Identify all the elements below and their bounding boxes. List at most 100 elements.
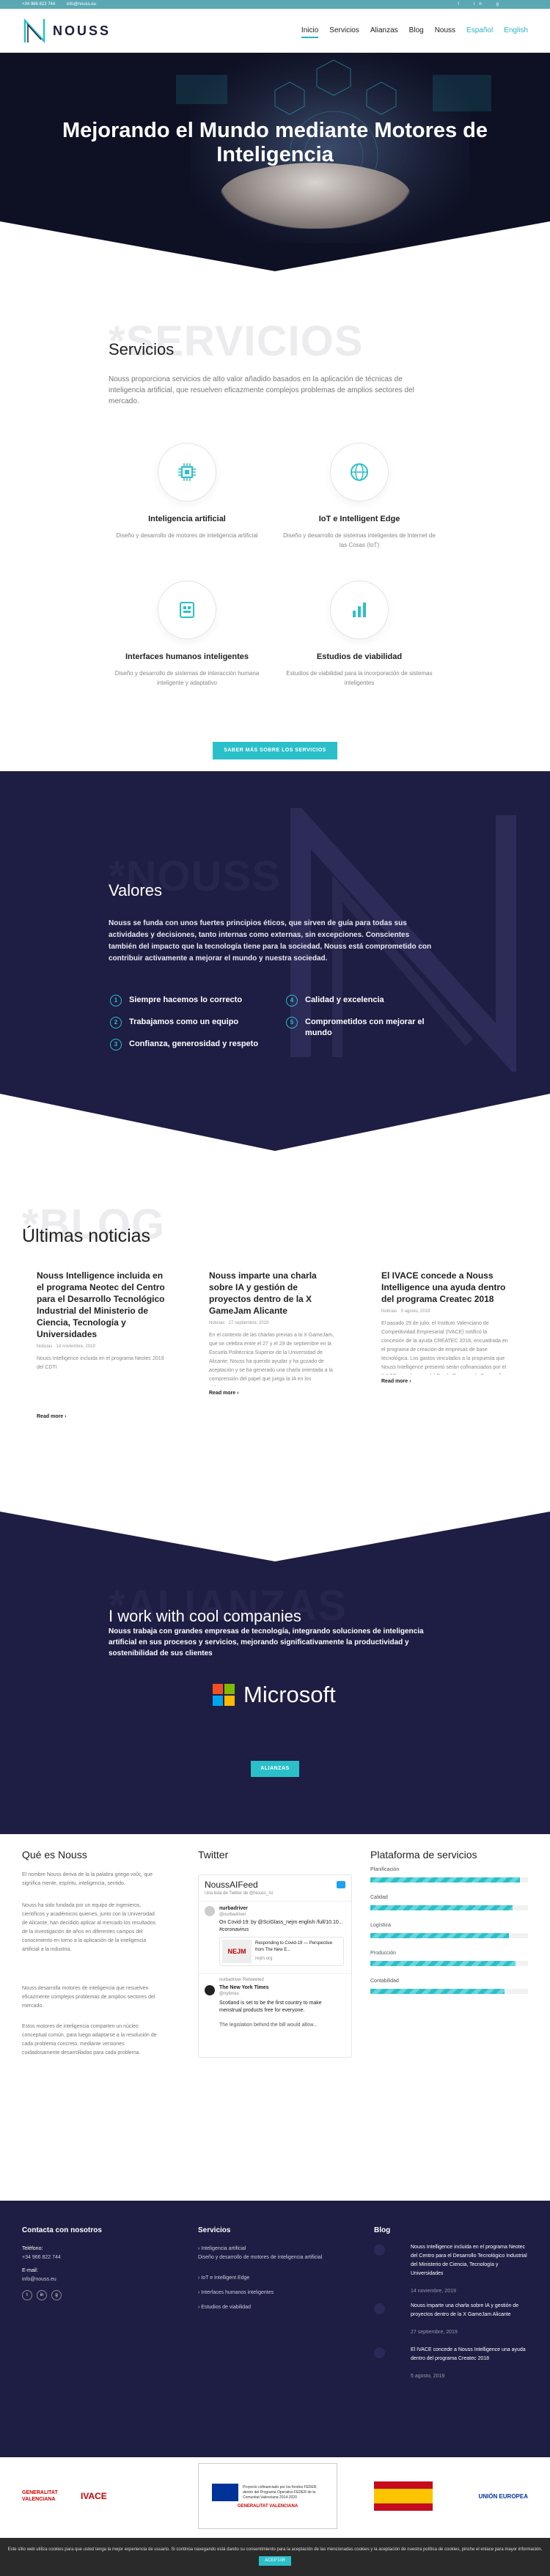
email-label: E-mail: xyxy=(22,2268,38,2273)
nejm-logo: NEJM xyxy=(222,1940,252,1963)
partners-title: I work with cool companies xyxy=(109,1607,301,1625)
nav-inicio[interactable]: Inicio xyxy=(301,26,319,38)
tweet-more: The legislation behind the bill would al… xyxy=(219,2023,318,2028)
top-bar: +34 966 822 744 info@nouss.eu t in g xyxy=(0,0,550,9)
post-meta: Noticias · 14 noviembre, 2019 xyxy=(37,1344,95,1349)
footer: Contacta con nosotros Teléfono: +34 966 … xyxy=(0,2201,550,2457)
post-title[interactable]: Nouss Intelligence incluida en el progra… xyxy=(37,1270,165,1340)
services-intro: Nouss proporciona servicios de alto valo… xyxy=(109,375,414,405)
retweet-label: nurbadriver Retweeted xyxy=(219,1978,264,1982)
nav-alianzas[interactable]: Alianzas xyxy=(370,26,398,38)
blog-title: Últimas noticias xyxy=(22,1226,151,1246)
top-phone[interactable]: +34 966 822 744 xyxy=(22,2,55,7)
eu-logo: UNIÓN EUROPEA xyxy=(374,2479,528,2513)
main-nav: NOUSS Inicio Servicios Alianzas Blog Nou… xyxy=(0,9,550,53)
partners-button[interactable]: ALIANZAS xyxy=(251,1761,299,1777)
cookie-accept-button[interactable]: ACEPTAR xyxy=(259,2556,291,2566)
phone[interactable]: +34 966 822 744 xyxy=(22,2253,61,2262)
services-more-button[interactable]: SABER MÁS SOBRE LOS SERVICIOS xyxy=(213,742,337,759)
email[interactable]: info@nouss.eu xyxy=(22,2275,56,2284)
footer-post-title[interactable]: El IVACE concede a Nouss Intelligence un… xyxy=(411,2346,528,2363)
service-title: Interfaces humanos inteligentes xyxy=(125,652,249,661)
avatar xyxy=(205,1985,215,1995)
top-email[interactable]: info@nouss.eu xyxy=(67,2,96,7)
avatar xyxy=(205,1906,215,1916)
microsoft-logo[interactable]: Microsoft xyxy=(213,1682,336,1708)
partner-name: Microsoft xyxy=(243,1682,336,1707)
footer-service-desc: Diseño y desarrollo de motores de inteli… xyxy=(198,2255,323,2260)
footer-service-link[interactable]: › Interfaces humanos inteligentes xyxy=(198,2289,274,2297)
service-desc: Diseño y desarrollo de sistemas intelige… xyxy=(283,532,436,548)
linkedin-icon[interactable]: in xyxy=(37,2290,47,2300)
read-more-link[interactable]: Read more › xyxy=(381,1379,510,1384)
bar-fill xyxy=(370,1877,521,1883)
footer-service-link[interactable]: › Estudios de viabilidad xyxy=(198,2303,251,2312)
post-meta: Noticias · 5 agosto, 2019 xyxy=(381,1309,430,1314)
about-title: Qué es Nouss xyxy=(22,1849,87,1861)
nav-blog[interactable]: Blog xyxy=(409,26,424,38)
post-excerpt: Nouss Intelligence incluida en el progra… xyxy=(37,1356,164,1370)
value-item: 4 Calidad y excelencia xyxy=(286,995,447,1007)
nav-servicios[interactable]: Servicios xyxy=(329,26,359,38)
linkedin-icon[interactable]: in xyxy=(474,2,486,7)
twitter-subtitle: Una lista de Twitter de @Nouss_AI xyxy=(205,1891,274,1896)
read-more-link[interactable]: Read more › xyxy=(209,1391,337,1396)
value-item: 3 Confianza, generosidad y respeto xyxy=(110,1039,264,1050)
tweet-user: The New York Times xyxy=(219,1985,269,1990)
tweet-user: nurbadriver xyxy=(219,1906,248,1911)
funding-logos: GENERALITAT VALENCIANA IVACE Proyecto co… xyxy=(0,2457,550,2538)
twitter-feed[interactable]: NoussAIFeed Una lista de Twitter de @Nou… xyxy=(198,1874,352,2058)
service-desc: Diseño y desarrollo de sistemas de inter… xyxy=(114,670,260,686)
logo-n-icon xyxy=(23,18,45,44)
post-thumb xyxy=(374,2347,385,2358)
gva-ivace-logo: GENERALITAT VALENCIANA IVACE xyxy=(22,2490,107,2502)
contact-title: Contacta con nosotros xyxy=(22,2226,102,2234)
post-thumb xyxy=(374,2245,385,2256)
twitter-icon[interactable]: t xyxy=(458,2,463,7)
tweet-card[interactable]: NEJM Responding to Covid-19 — Perspectiv… xyxy=(219,1937,344,1966)
tweet-text: On Covid-19: by @SciGlass_nejm english /… xyxy=(219,1920,343,1932)
bar-label: Planificación xyxy=(370,1867,400,1872)
chart-icon xyxy=(330,581,389,639)
footer-service-link[interactable]: › Inteligencia artificial xyxy=(198,2245,330,2253)
cookie-banner: Este sitio web utiliza cookies para que … xyxy=(0,2538,550,2576)
tweet-handle: @nytimes xyxy=(219,1992,239,1996)
footer-service-link[interactable]: › IoT e Intelligent Edge xyxy=(198,2274,249,2283)
github-icon[interactable]: g xyxy=(496,2,503,7)
platform-title: Plataforma de servicios xyxy=(370,1849,477,1861)
twitter-icon[interactable]: t xyxy=(22,2290,32,2300)
chip-icon xyxy=(158,443,216,501)
service-title: Estudios de viabilidad xyxy=(316,652,403,661)
blog-post: El IVACE concede a Nouss Intelligence un… xyxy=(381,1270,510,1384)
values-title: Valores xyxy=(109,881,162,899)
partners-text: Nouss trabaja con grandes empresas de te… xyxy=(109,1627,424,1657)
post-excerpt: El pasado 29 de julio, el Instituto Vale… xyxy=(381,1321,508,1375)
about-p2: Nouss ha sido fundada por un equipo de i… xyxy=(22,1903,156,1952)
microsoft-icon xyxy=(213,1684,235,1706)
social-icons: t in g xyxy=(458,0,513,9)
footer-post-title[interactable]: Nouss imparte una charla sobre IA y gest… xyxy=(411,2302,528,2319)
hand-image xyxy=(220,163,411,229)
interface-icon xyxy=(158,581,216,639)
twitter-title: Twitter xyxy=(198,1849,229,1861)
eu-flag-icon xyxy=(212,2484,238,2501)
hero-title: Mejorando el Mundo mediante Motores de I… xyxy=(62,119,488,166)
post-thumb xyxy=(374,2303,385,2314)
service-iot: IoT e Intelligent Edge Diseño y desarrol… xyxy=(282,443,436,550)
lang-en[interactable]: English xyxy=(504,26,528,38)
post-title[interactable]: El IVACE concede a Nouss Intelligence un… xyxy=(381,1270,510,1305)
footer-post-title[interactable]: Nouss Intelligence incluida en el progra… xyxy=(411,2243,528,2278)
github-icon[interactable]: g xyxy=(51,2290,62,2300)
partners-section: *ALIANZAS I work with cool companies Nou… xyxy=(0,1512,550,1834)
read-more-link[interactable]: Read more › xyxy=(37,1414,165,1419)
logo-text: NOUSS xyxy=(53,23,111,38)
blog-post: Nouss imparte una charla sobre IA y gest… xyxy=(209,1270,337,1396)
lang-es[interactable]: Español xyxy=(466,26,493,38)
about-p4: Estos motores de inteligencia comparten … xyxy=(22,2024,157,2056)
bar-fill xyxy=(370,1933,510,1938)
service-interfaces: Interfaces humanos inteligentes Diseño y… xyxy=(110,581,264,688)
nav-nouss[interactable]: Nouss xyxy=(435,26,455,38)
footer-social: t in g xyxy=(22,2290,62,2300)
logo[interactable]: NOUSS xyxy=(22,18,111,44)
post-title[interactable]: Nouss imparte una charla sobre IA y gest… xyxy=(209,1270,337,1317)
